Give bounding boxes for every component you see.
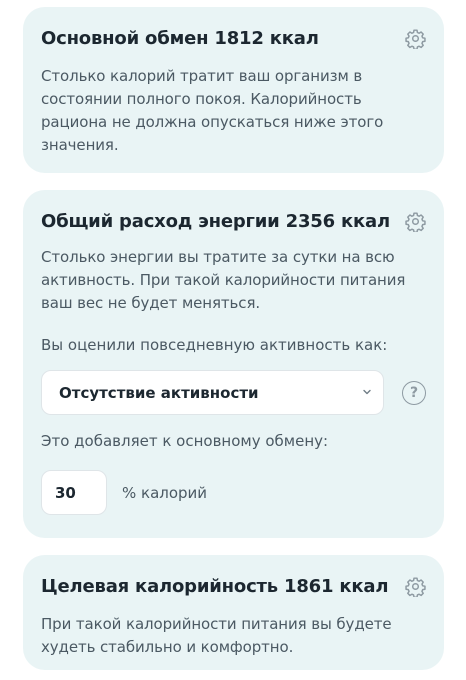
activity-select-row: Отсутствие активности ?: [41, 370, 426, 415]
activity-help-question-icon[interactable]: ?: [402, 380, 426, 405]
percent-unit-label: % калорий: [122, 483, 208, 502]
bmr-card: Основной обмен 1812 ккал Столько калорий…: [23, 7, 444, 173]
tdee-settings-gear-icon[interactable]: [404, 210, 426, 232]
tdee-card-header: Общий расход энергии 2356 ккал: [41, 210, 426, 232]
target-card-header: Целевая калорийность 1861 ккал: [41, 575, 426, 597]
bmr-card-header: Основной обмен 1812 ккал: [41, 27, 426, 49]
chevron-down-icon: [361, 383, 373, 402]
tdee-title: Общий расход энергии 2356 ккал: [41, 210, 390, 232]
tdee-card: Общий расход энергии 2356 ккал Столько э…: [23, 190, 444, 538]
percent-row: % калорий: [41, 470, 426, 515]
tdee-description: Столько энергии вы тратите за сутки на в…: [41, 248, 406, 312]
bmr-description: Столько калорий тратит ваш организм в со…: [41, 67, 384, 154]
target-description: При такой калорийности питания вы будете…: [41, 615, 392, 656]
percent-input[interactable]: [41, 470, 107, 515]
bmr-settings-gear-icon[interactable]: [404, 27, 426, 49]
target-title: Целевая калорийность 1861 ккал: [41, 575, 389, 597]
bmr-title: Основной обмен 1812 ккал: [41, 27, 319, 49]
target-card: Целевая калорийность 1861 ккал При такой…: [23, 555, 444, 670]
activity-select[interactable]: Отсутствие активности: [41, 370, 385, 415]
adds-label: Это добавляет к основному обмену:: [41, 432, 329, 450]
activity-label: Вы оценили повседневную активность как:: [41, 336, 388, 354]
target-settings-gear-icon[interactable]: [404, 575, 426, 597]
activity-select-value: Отсутствие активности: [59, 383, 259, 402]
